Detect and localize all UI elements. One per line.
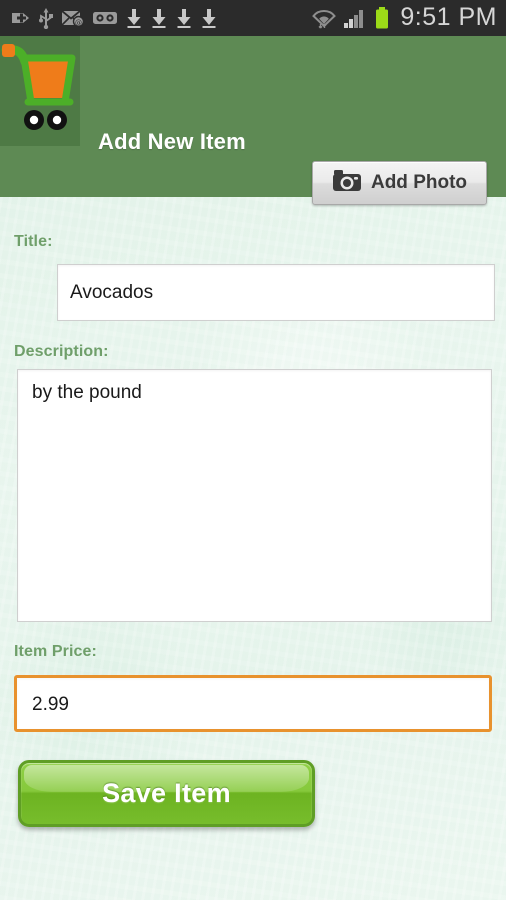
status-bar-right-icons: 9:51 PM: [312, 2, 506, 33]
add-badge-icon: [9, 8, 31, 28]
camera-icon: [332, 169, 362, 198]
item-price-input[interactable]: 2.99: [14, 675, 492, 732]
status-bar: @ 9:51 PM: [0, 0, 506, 36]
title-label: Title:: [14, 233, 53, 250]
usb-icon: [38, 7, 54, 29]
item-price-label: Item Price:: [14, 643, 97, 660]
status-bar-left-icons: @: [0, 7, 218, 29]
download-icon: [125, 7, 143, 29]
save-item-button[interactable]: Save Item: [18, 760, 315, 827]
description-textarea[interactable]: by the pound: [17, 369, 492, 622]
status-bar-clock: 9:51 PM: [400, 2, 497, 31]
title-input[interactable]: Avocados: [57, 264, 495, 321]
save-item-label: Save Item: [102, 778, 231, 808]
svg-text:@: @: [75, 19, 82, 27]
download-icon: [150, 7, 168, 29]
page-title: Add New Item: [98, 129, 246, 154]
description-label: Description:: [14, 343, 109, 360]
voicemail-icon: [92, 9, 118, 27]
battery-icon: [374, 6, 390, 30]
email-icon: @: [61, 9, 85, 27]
download-icon: [200, 7, 218, 29]
shopping-cart-logo: [0, 36, 80, 146]
add-photo-button[interactable]: Add Photo: [312, 161, 487, 205]
signal-bars-icon: [343, 7, 367, 29]
add-photo-label: Add Photo: [370, 172, 468, 193]
wifi-icon: [312, 7, 337, 29]
download-icon: [175, 7, 193, 29]
